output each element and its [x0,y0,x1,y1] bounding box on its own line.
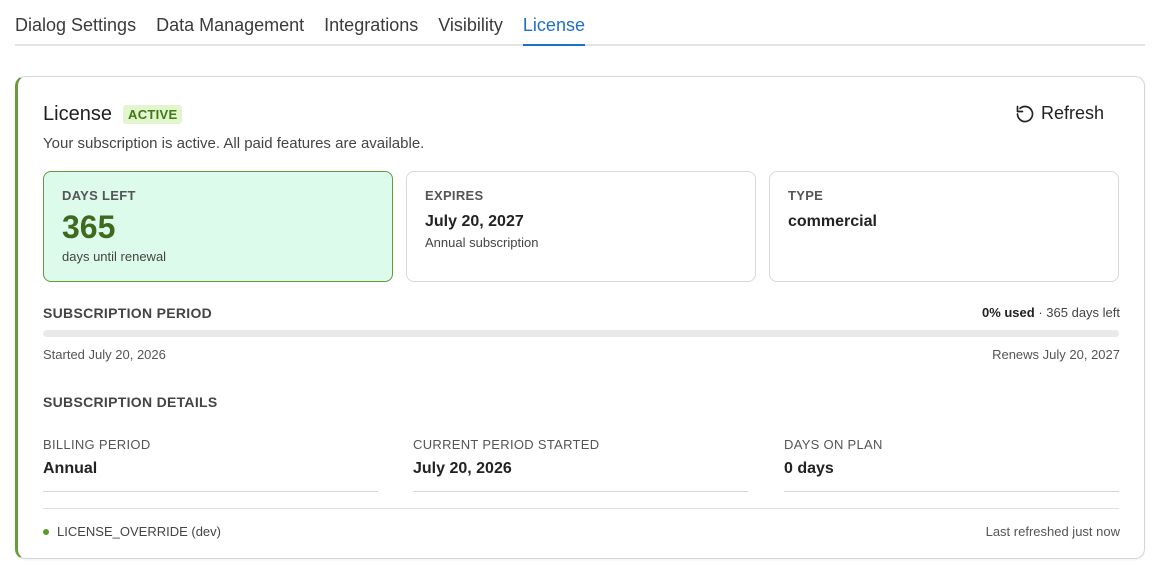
last-refreshed: Last refreshed just now [985,524,1120,539]
period-start: Started July 20, 2026 [43,347,166,362]
usage-summary: 0% used · 365 days left [982,305,1120,320]
refresh-icon [1016,105,1034,122]
license-source-text: LICENSE_OVERRIDE (dev) [57,524,221,539]
license-subtitle: Your subscription is active. All paid fe… [43,135,425,152]
tab-data-management[interactable]: Data Management [156,14,304,44]
tab-integrations[interactable]: Integrations [324,14,418,44]
days-on-plan-value: 0 days [784,460,834,477]
license-source: LICENSE_OVERRIDE (dev) [43,524,221,539]
current-period-detail: CURRENT PERIOD STARTED July 20, 2026 [413,437,748,492]
license-title: License [43,103,112,125]
refresh-label: Refresh [1040,103,1104,123]
tab-visibility[interactable]: Visibility [438,14,503,44]
expires-value: July 20, 2027 [425,213,524,230]
days-left-card: DAYS LEFT 365 days until renewal [43,171,393,282]
status-dot-icon [43,528,49,535]
tab-license[interactable]: License [522,14,585,46]
expires-caption: Annual subscription [425,235,539,250]
usage-separator: · [1034,305,1047,320]
subscription-period-label: SUBSCRIPTION PERIOD [43,305,213,321]
expires-card: EXPIRES July 20, 2027 Annual subscriptio… [406,171,756,282]
usage-percent: 0% used [981,305,1035,320]
billing-period-label: BILLING PERIOD [43,437,151,452]
period-renews: Renews July 20, 2027 [992,347,1120,362]
days-left-value: 365 [62,209,116,245]
billing-period-detail: BILLING PERIOD Annual [43,437,378,492]
type-label: TYPE [788,188,824,203]
status-badge: ACTIVE [123,105,183,124]
settings-tabs: Dialog Settings Data Management Integrat… [15,0,1145,46]
current-period-label: CURRENT PERIOD STARTED [413,437,600,452]
license-card: License ACTIVE Your subscription is acti… [15,76,1145,559]
type-value: commercial [788,213,877,230]
days-left-caption: days until renewal [62,249,167,264]
type-card: TYPE commercial [769,171,1119,282]
days-on-plan-detail: DAYS ON PLAN 0 days [784,437,1119,492]
current-period-value: July 20, 2026 [413,460,512,477]
refresh-button[interactable]: Refresh [999,101,1120,126]
subscription-progress-bar [43,330,1119,337]
expires-label: EXPIRES [425,188,484,203]
footer-divider [43,508,1119,509]
usage-days-left: 365 days left [1046,305,1120,320]
days-left-label: DAYS LEFT [62,188,136,203]
days-on-plan-label: DAYS ON PLAN [784,437,883,452]
tab-dialog-settings[interactable]: Dialog Settings [15,14,136,44]
subscription-details-label: SUBSCRIPTION DETAILS [43,394,218,410]
billing-period-value: Annual [43,460,98,477]
